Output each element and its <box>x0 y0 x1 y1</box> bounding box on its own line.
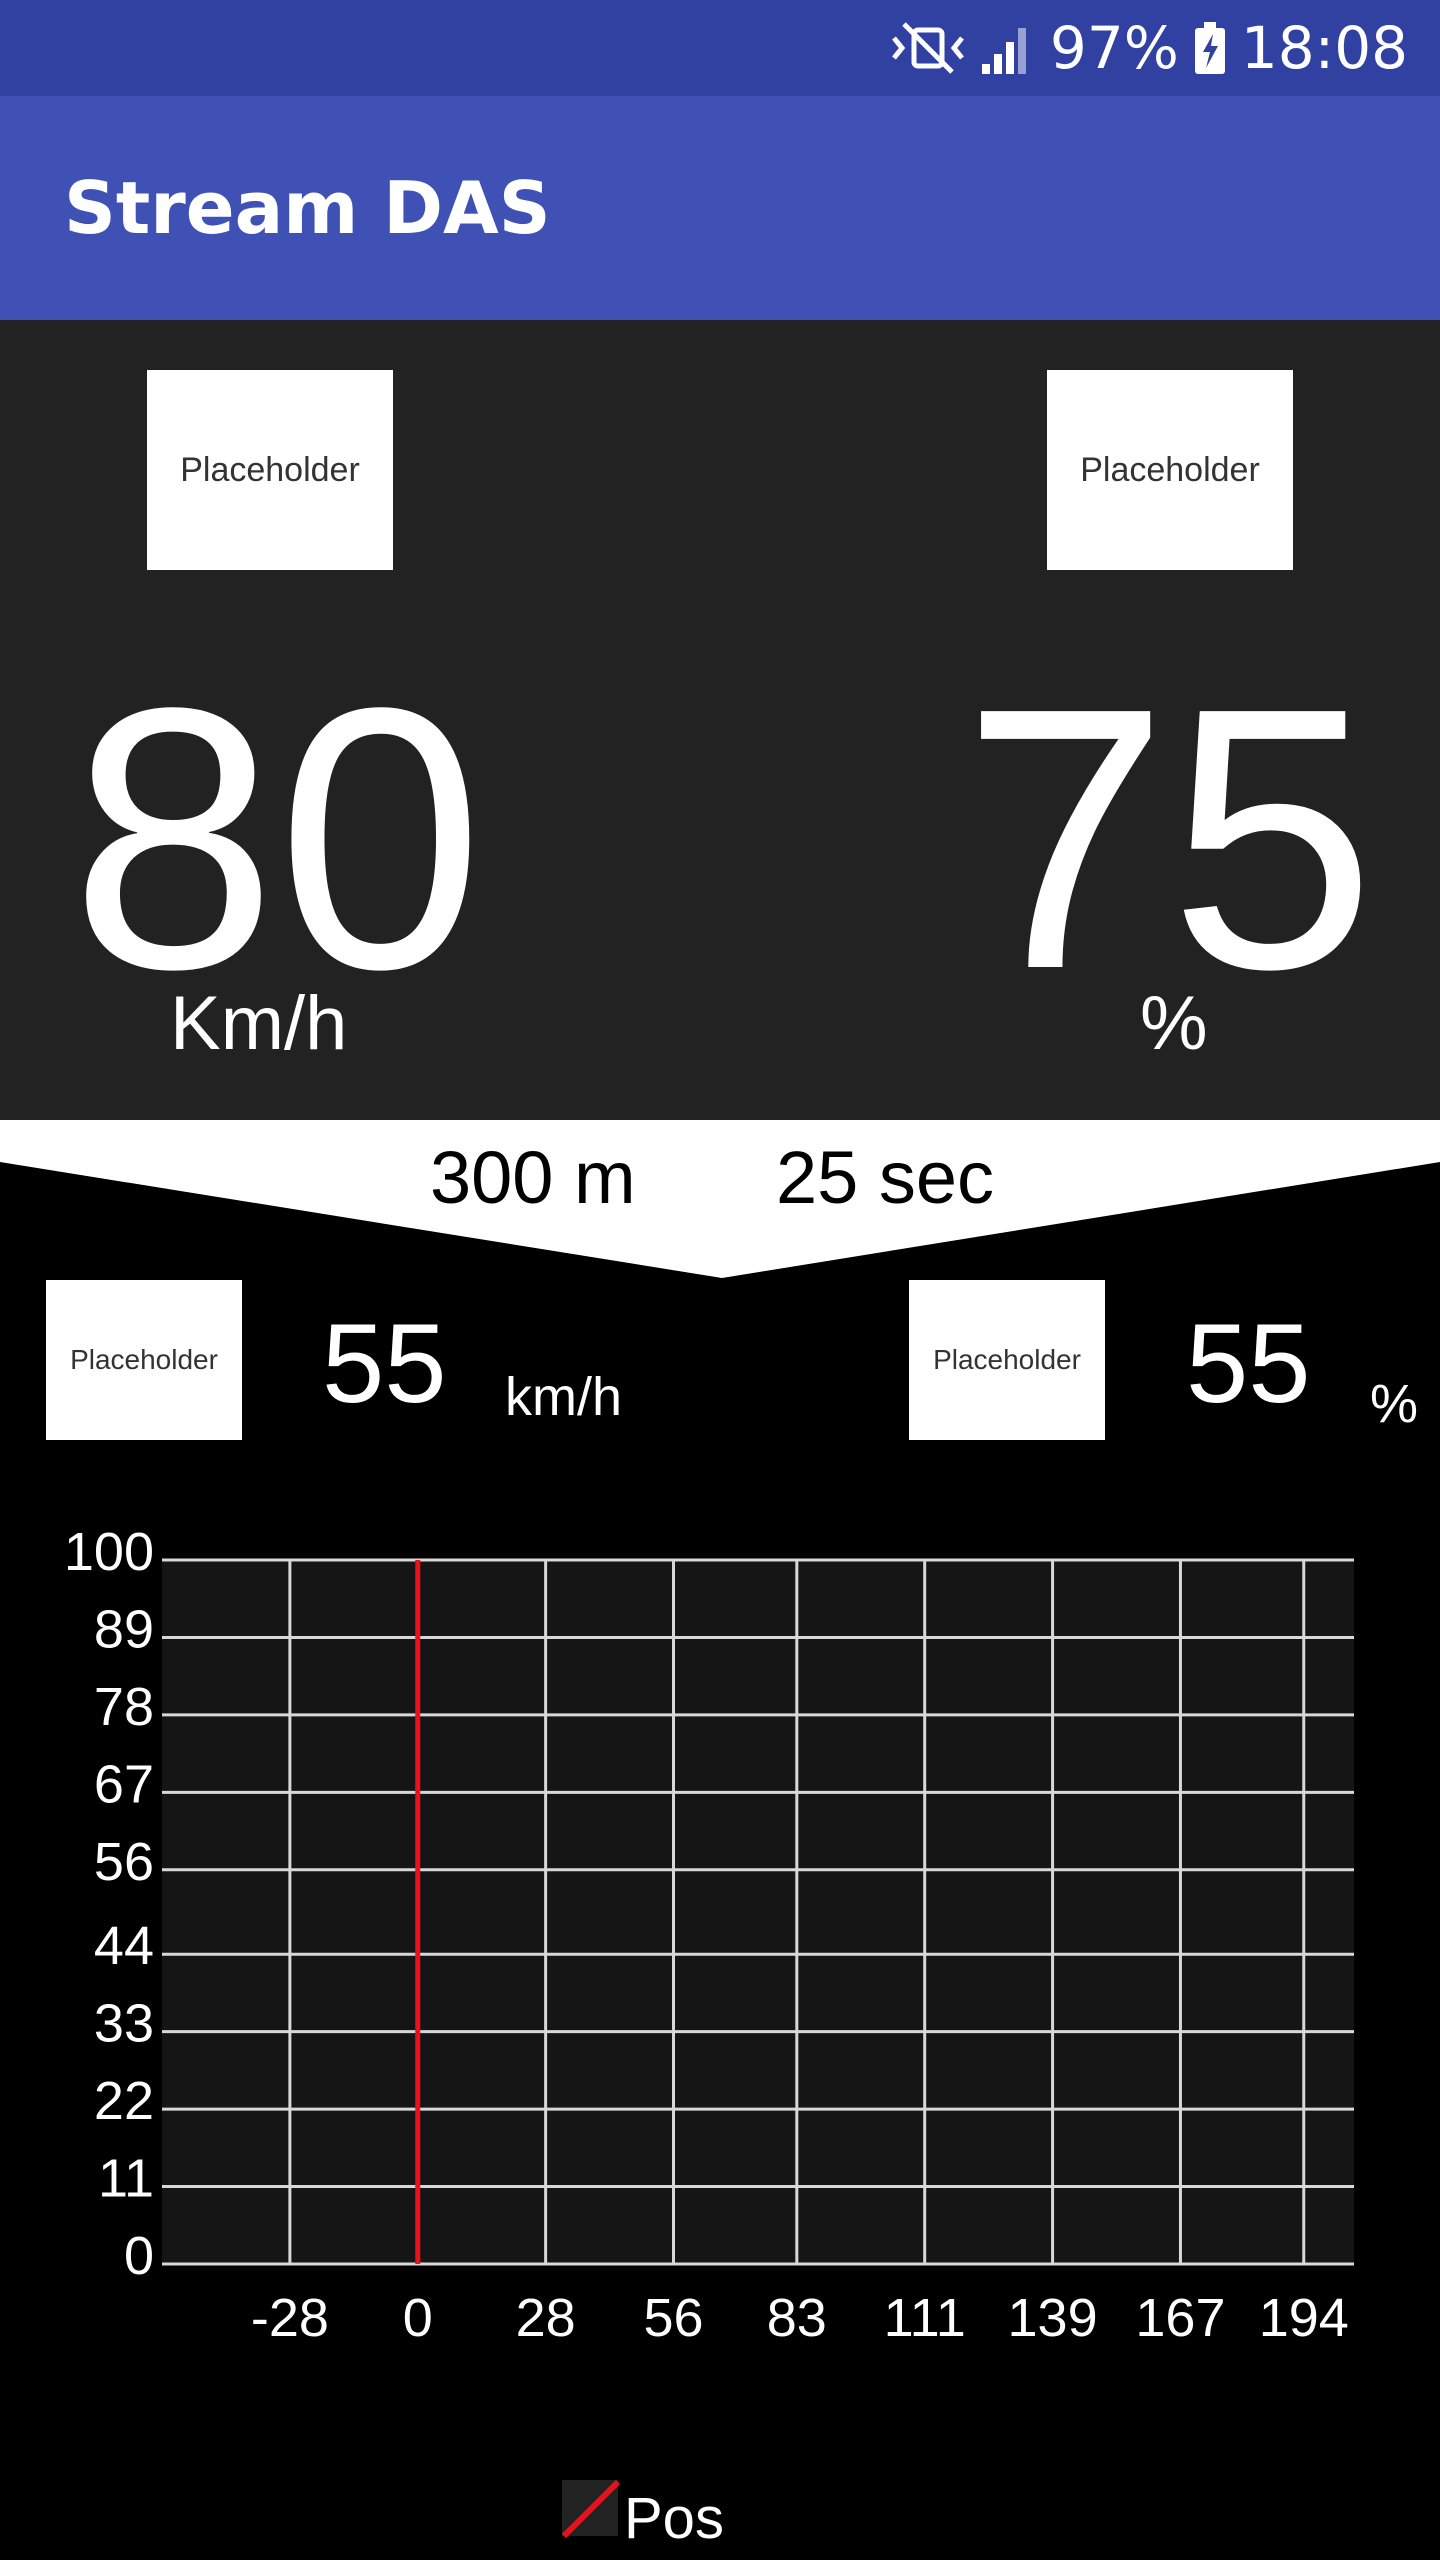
y-tick-label: 100 <box>64 1522 154 1582</box>
x-tick-label: 28 <box>516 2288 576 2348</box>
x-tick-label: -28 <box>251 2288 329 2348</box>
y-tick-label: 56 <box>94 1832 154 1892</box>
y-tick-label: 44 <box>94 1916 154 1976</box>
y-tick-label: 22 <box>94 2071 154 2131</box>
y-tick-label: 78 <box>94 1677 154 1737</box>
x-tick-label: 139 <box>1008 2288 1098 2348</box>
position-chart: 0 11 22 33 44 56 67 78 89 100 -28 0 28 56 83 111 139 167 1… <box>64 1522 1354 2551</box>
y-tick-label: 11 <box>98 2149 154 2209</box>
y-tick-label: 33 <box>94 1994 154 2054</box>
x-tick-label: 56 <box>643 2288 703 2348</box>
x-tick-label: 167 <box>1135 2288 1225 2348</box>
x-tick-label: 194 <box>1259 2288 1349 2348</box>
y-tick-label: 89 <box>94 1599 154 1659</box>
x-tick-label: 111 <box>884 2288 966 2348</box>
y-tick-label: 67 <box>94 1754 154 1814</box>
x-tick-label: 0 <box>403 2288 433 2348</box>
y-tick-label: 0 <box>124 2226 154 2286</box>
x-tick-label: 83 <box>767 2288 827 2348</box>
legend-label: Pos <box>624 2486 724 2551</box>
plot-area <box>162 1560 1354 2264</box>
